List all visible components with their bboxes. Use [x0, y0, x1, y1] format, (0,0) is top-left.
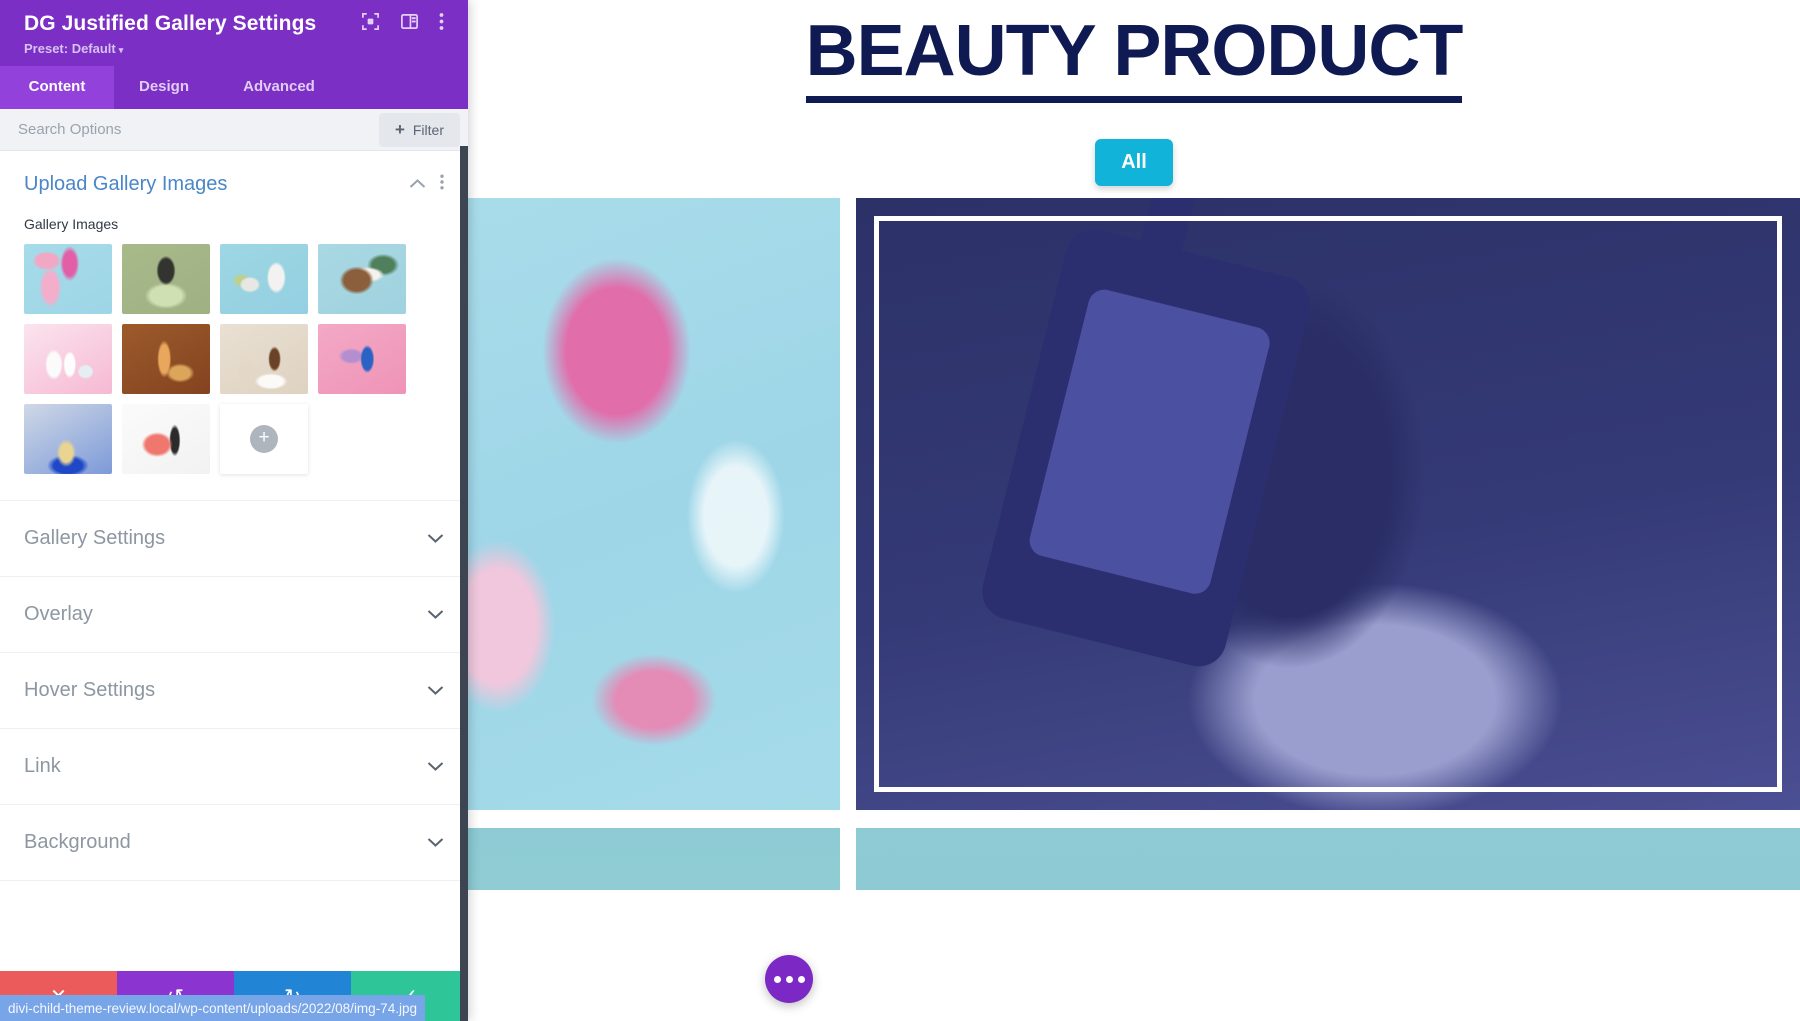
panel-title-row: DG Justified Gallery Settings [24, 12, 448, 36]
panel-header: DG Justified Gallery Settings Preset: De… [0, 0, 468, 66]
section-upload-gallery-images: Upload Gallery Images Gallery Images + [0, 151, 468, 501]
section-header[interactable]: Upload Gallery Images [24, 173, 444, 196]
thumbnail-amber-serum-brown-bg[interactable] [122, 324, 210, 394]
status-bar-url: divi-child-theme-review.local/wp-content… [0, 995, 425, 1021]
tab-content[interactable]: Content [0, 66, 114, 109]
gallery-image-pump-bottle[interactable] [856, 198, 1800, 810]
thumbnail-coconut-cream-eucalyptus[interactable] [318, 244, 406, 314]
filter-all-button[interactable]: All [1095, 138, 1173, 186]
thumbnail-black-pump-bottle-green-bg[interactable] [122, 244, 210, 314]
panel-tabs: Content Design Advanced [0, 66, 468, 109]
chevron-down-icon [427, 605, 444, 625]
thumbnail-white-bottles-pink-bg[interactable] [24, 324, 112, 394]
focus-target-icon[interactable] [361, 12, 380, 36]
fab-dot-1 [773, 975, 781, 983]
preview-gallery-grid [468, 198, 1800, 908]
filter-button-label: Filter [412, 121, 444, 138]
gallery-images-label: Gallery Images [24, 216, 119, 232]
gallery-image-pink-spa-set[interactable] [468, 198, 840, 810]
gallery-row-2 [468, 828, 1800, 890]
panel-body: Upload Gallery Images Gallery Images + G… [0, 151, 468, 971]
chevron-down-icon [427, 529, 444, 549]
thumbnail-blue-nail-polish-pink-bg[interactable] [318, 324, 406, 394]
thumbnail-lipgloss-swatch-white-bg[interactable] [122, 404, 210, 474]
panel-scrollbar[interactable] [460, 146, 468, 1021]
tab-design[interactable]: Design [114, 66, 214, 109]
fab-dot-3 [797, 975, 805, 983]
gallery-image-teal-left[interactable] [468, 828, 840, 890]
preset-selector[interactable]: Preset: Default ▾ [24, 41, 448, 56]
section-title: Hover Settings [24, 679, 156, 701]
gallery-row-1 [468, 198, 1800, 810]
panel-title: DG Justified Gallery Settings [24, 12, 317, 35]
section-header-icons [409, 174, 444, 195]
section-overlay[interactable]: Overlay [0, 577, 468, 653]
chevron-down-icon [427, 681, 444, 701]
search-input[interactable] [0, 121, 379, 138]
thumbnail-perfume-bottle-blue-bg[interactable] [24, 404, 112, 474]
preset-label: Preset: Default [24, 41, 116, 56]
plus-icon: + [394, 120, 405, 139]
chevron-down-icon: ▾ [118, 45, 124, 55]
section-title: Link [24, 755, 61, 777]
thumbnail-white-jar-bottle-blue-bg[interactable] [220, 244, 308, 314]
section-hover-settings[interactable]: Hover Settings [0, 653, 468, 729]
panel-header-icons [361, 12, 448, 36]
filter-button[interactable]: + Filter [378, 112, 460, 147]
section-title: Overlay [24, 603, 93, 625]
chevron-down-icon [427, 833, 444, 853]
panel-scrollbar-thumb[interactable] [460, 146, 468, 731]
gallery-thumbnail-grid: + [24, 244, 444, 474]
fab-dot-2 [785, 975, 793, 983]
page-title: BEAUTY PRODUCT [805, 13, 1463, 103]
thumbnail-reed-diffuser-beige-bg[interactable] [220, 324, 308, 394]
kebab-menu-icon[interactable] [439, 12, 444, 36]
section-title: Upload Gallery Images [24, 173, 228, 195]
hover-overlay-frame [874, 216, 1782, 792]
search-options-bar: + Filter [0, 109, 468, 151]
section-gallery-settings[interactable]: Gallery Settings [0, 501, 468, 577]
chevron-down-icon [427, 757, 444, 777]
section-link[interactable]: Link [0, 729, 468, 805]
plus-circle-icon: + [250, 425, 278, 453]
gallery-image-teal-right[interactable] [856, 828, 1800, 890]
section-background[interactable]: Background [0, 805, 468, 881]
section-title: Gallery Settings [24, 527, 166, 549]
layout-panel-icon[interactable] [400, 12, 419, 36]
tab-advanced[interactable]: Advanced [214, 66, 344, 109]
options-fab[interactable] [765, 955, 813, 1003]
section-title: Background [24, 831, 131, 853]
section-kebab-icon[interactable] [440, 174, 444, 195]
thumbnail-pink-bottles-blue-bg[interactable] [24, 244, 112, 314]
add-image-tile[interactable]: + [220, 404, 308, 474]
chevron-up-icon[interactable] [409, 176, 426, 194]
module-settings-panel: DG Justified Gallery Settings Preset: De… [0, 0, 468, 1021]
